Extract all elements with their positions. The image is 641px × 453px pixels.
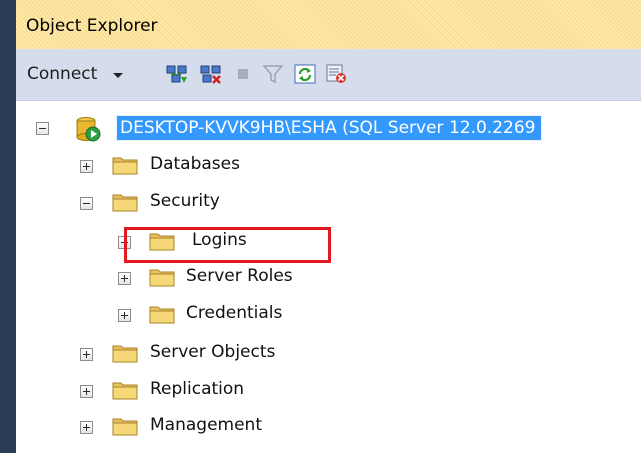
chevron-down-icon[interactable] (110, 67, 126, 83)
disconnect-icon[interactable] (199, 63, 223, 85)
folder-icon (112, 382, 138, 400)
node-label-management: Management (150, 415, 262, 435)
node-label-server-objects: Server Objects (150, 342, 276, 362)
node-label-credentials: Credentials (186, 303, 283, 323)
folder-icon (112, 194, 138, 212)
tree-node-server-roles[interactable]: Server Roles (16, 264, 416, 294)
expand-toggle[interactable] (80, 160, 93, 173)
node-label-databases: Databases (150, 154, 240, 174)
activity-monitor-icon[interactable] (324, 63, 348, 85)
folder-icon (112, 157, 138, 175)
filter-icon (262, 65, 284, 84)
panel-title: Object Explorer (26, 16, 158, 36)
expand-toggle[interactable] (118, 272, 131, 285)
node-label-replication: Replication (150, 379, 245, 399)
tree-node-credentials[interactable]: Credentials (16, 301, 416, 331)
logins-highlight-box (124, 227, 331, 263)
refresh-icon[interactable] (293, 63, 317, 85)
object-explorer-panel: Object Explorer Connect DESKTOP-KVVK9HB\… (16, 0, 641, 453)
folder-icon (149, 269, 175, 287)
expand-toggle[interactable] (80, 421, 93, 434)
object-explorer-toolbar: Connect (16, 49, 641, 101)
connect-button[interactable]: Connect (27, 64, 97, 84)
node-label-security: Security (150, 191, 220, 211)
stop-icon (238, 69, 248, 79)
folder-icon (112, 418, 138, 436)
tree-node-security[interactable]: Security (16, 189, 416, 219)
expand-toggle[interactable] (80, 348, 93, 361)
object-explorer-title-bar[interactable]: Object Explorer (16, 0, 641, 49)
collapse-toggle[interactable] (36, 122, 49, 135)
connect-object-explorer-icon[interactable] (165, 63, 189, 85)
folder-icon (112, 345, 138, 363)
tree-node-databases[interactable]: Databases (16, 152, 416, 182)
tree-node-management[interactable]: Management (16, 413, 416, 443)
expand-toggle[interactable] (80, 385, 93, 398)
tree-node-server-objects[interactable]: Server Objects (16, 340, 416, 370)
tree-node-replication[interactable]: Replication (16, 377, 416, 407)
folder-icon (149, 306, 175, 324)
collapse-toggle[interactable] (80, 197, 93, 210)
server-running-icon (76, 117, 101, 142)
node-label-server-roles: Server Roles (186, 266, 293, 286)
server-node-label[interactable]: DESKTOP-KVVK9HB\ESHA (SQL Server 12.0.22… (115, 115, 543, 141)
expand-toggle[interactable] (118, 309, 131, 322)
